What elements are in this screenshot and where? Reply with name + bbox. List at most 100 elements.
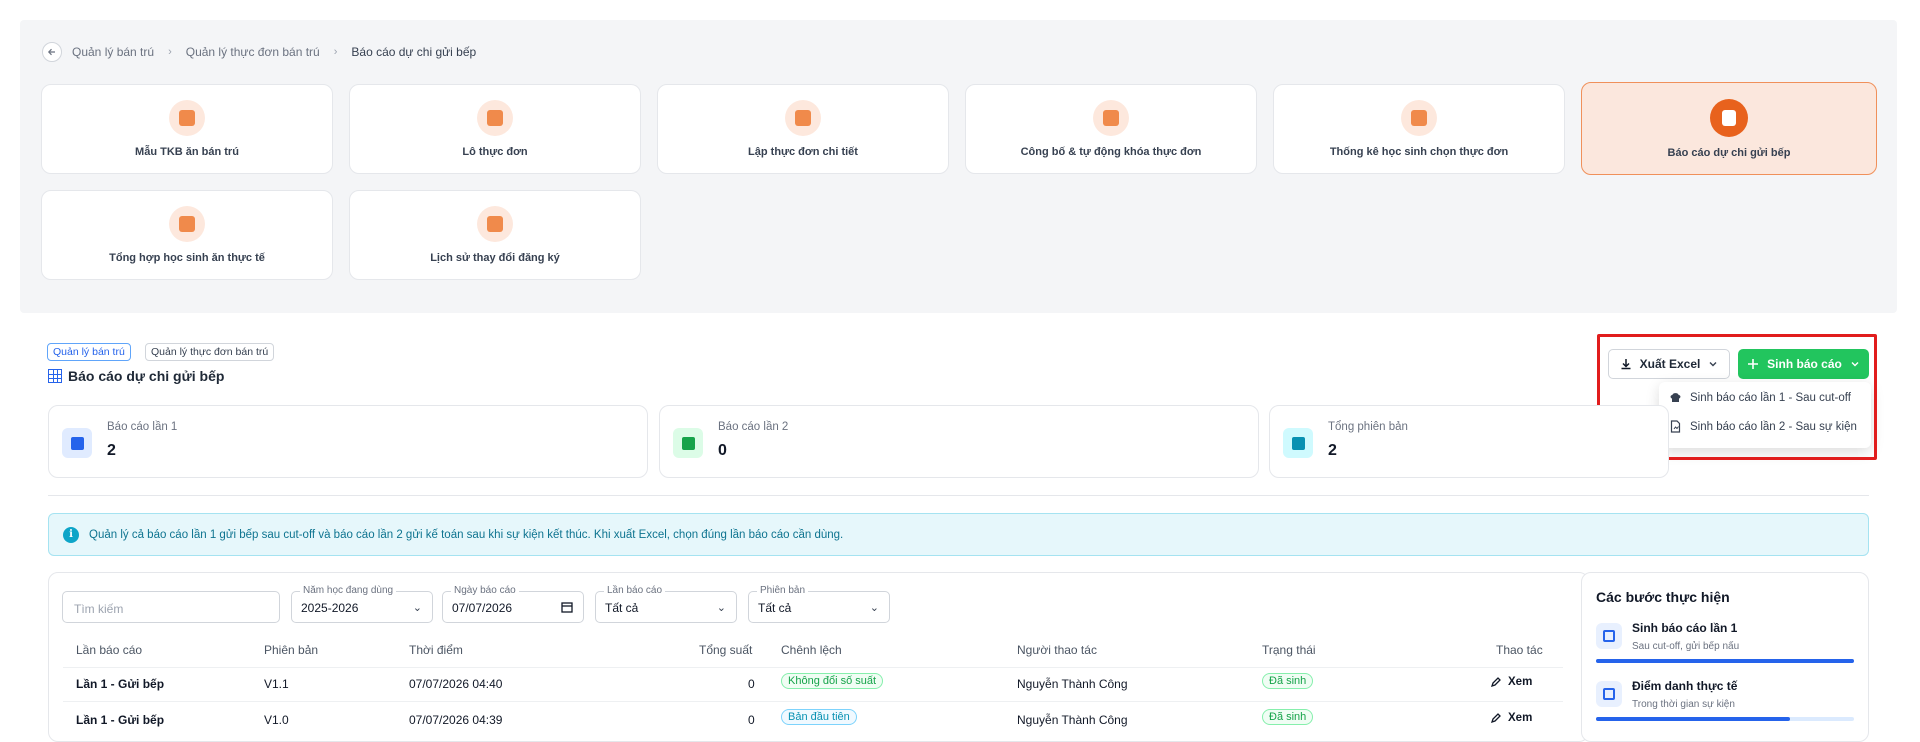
page-title: Báo cáo dự chi gửi bếp: [48, 368, 224, 384]
back-arrow-icon[interactable]: [42, 42, 62, 62]
tag-icon: [785, 100, 821, 136]
breadcrumb: Quản lý bán trú › Quản lý thực đơn bán t…: [42, 42, 476, 62]
page-title-text: Báo cáo dự chi gửi bếp: [68, 368, 225, 384]
breadcrumb-item-current: Báo cáo dự chi gửi bếp: [351, 45, 477, 59]
view-label: Xem: [1508, 676, 1533, 688]
step-title: Điểm danh thực tế: [1632, 679, 1738, 693]
breadcrumb-item-menu[interactable]: Quản lý thực đơn bán trú: [186, 45, 320, 59]
status-badge: Đã sinh: [1262, 673, 1314, 689]
module-card-actual-meals[interactable]: Tổng hợp học sinh ăn thực tế: [41, 190, 333, 280]
field-label: Lần báo cáo: [604, 585, 666, 596]
step-progress-fill: [1596, 717, 1790, 721]
module-card-change-history[interactable]: Lịch sử thay đổi đăng ký: [349, 190, 641, 280]
module-card-menu-detail[interactable]: Lập thực đơn chi tiết: [657, 84, 949, 174]
info-text: Quản lý cả báo cáo lần 1 gửi bếp sau cut…: [89, 528, 844, 541]
view-label: Xem: [1508, 712, 1533, 724]
stat-label: Báo cáo lần 2: [718, 421, 789, 433]
cell-round: Lần 1 - Gửi bếp: [76, 677, 165, 691]
stat-value: 2: [107, 442, 116, 459]
field-label: Năm học đang dùng: [300, 585, 397, 596]
view-button[interactable]: Xem: [1490, 712, 1532, 724]
report-icon: [1710, 98, 1748, 137]
module-card-label: Lịch sử thay đổi đăng ký: [430, 252, 560, 264]
calendar-icon: [169, 100, 205, 136]
cell-total: 0: [748, 677, 755, 691]
module-card-menu-batch[interactable]: Lô thực đơn: [349, 84, 641, 174]
field-value: 2025-2026: [301, 601, 359, 615]
module-card-label: Lô thực đơn: [462, 146, 528, 158]
pencil-icon: [1490, 713, 1501, 724]
row-divider: [63, 667, 1563, 668]
module-card-label: Thống kê học sinh chọn thực đơn: [1329, 146, 1509, 158]
status-badge: Đã sinh: [1262, 709, 1314, 725]
lock-icon: [1093, 100, 1129, 136]
step-progress-fill: [1596, 659, 1854, 663]
chart-icon: [1401, 100, 1437, 136]
stat-value: 0: [718, 442, 727, 459]
cell-round: Lần 1 - Gửi bếp: [76, 713, 165, 727]
column-header[interactable]: Tổng suất: [699, 643, 752, 657]
diff-badge: Bản đầu tiên: [781, 709, 857, 725]
stat-card-round-1: Báo cáo lần 1 2: [48, 405, 648, 478]
column-header[interactable]: Lần báo cáo: [76, 643, 142, 657]
calendar-icon[interactable]: [561, 601, 573, 613]
cell-total: 0: [748, 713, 755, 727]
field-value: Tất cả: [605, 601, 639, 615]
column-header[interactable]: Thao tác: [1496, 643, 1543, 657]
chef-hat-icon: [1596, 623, 1622, 649]
stat-label: Tổng phiên bản: [1328, 421, 1408, 433]
module-card-label: Công bố & tự động khóa thực đơn: [1020, 146, 1202, 158]
tag-boarding[interactable]: Quản lý bán trú: [47, 343, 131, 361]
cell-time: 07/07/2026 04:40: [409, 677, 503, 691]
report-table-card: Tìm kiếm Năm học đang dùng 2025-2026 ⌄ N…: [48, 572, 1589, 742]
module-card-kitchen-report[interactable]: Báo cáo dự chi gửi bếp: [1581, 82, 1877, 175]
step-subtitle: Sau cut-off, gửi bếp nấu: [1632, 641, 1740, 652]
steps-title: Các bước thực hiện: [1596, 589, 1730, 605]
field-value: 07/07/2026: [452, 601, 513, 615]
step-progress-bar: [1596, 659, 1854, 663]
chevron-right-icon: ›: [168, 46, 172, 58]
breadcrumb-item-boarding[interactable]: Quản lý bán trú: [72, 45, 154, 59]
view-button[interactable]: Xem: [1490, 676, 1532, 688]
column-header[interactable]: Người thao tác: [1017, 643, 1097, 657]
column-header[interactable]: Thời điểm: [409, 643, 463, 657]
table-grid-icon: [48, 369, 62, 383]
school-year-select[interactable]: Năm học đang dùng 2025-2026 ⌄: [291, 585, 433, 623]
module-card-label: Lập thực đơn chi tiết: [748, 146, 858, 158]
tag-boarding-menu[interactable]: Quản lý thực đơn bán trú: [145, 343, 275, 361]
module-card-publish-lock[interactable]: Công bố & tự động khóa thực đơn: [965, 84, 1257, 174]
diff-badge: Không đổi số suất: [781, 673, 884, 689]
version-select[interactable]: Phiên bản Tất cả ⌄: [748, 585, 890, 623]
row-divider: [63, 701, 1563, 702]
chevron-down-icon: ⌄: [716, 602, 726, 614]
stat-card-round-2: Báo cáo lần 2 0: [659, 405, 1259, 478]
cell-user: Nguyễn Thành Công: [1017, 677, 1128, 691]
report-date-input[interactable]: Ngày báo cáo 07/07/2026: [442, 585, 584, 623]
info-banner: i Quản lý cả báo cáo lần 1 gửi bếp sau c…: [48, 513, 1869, 556]
cell-version: V1.1: [264, 677, 289, 691]
history-icon: [477, 206, 513, 242]
module-panel: Quản lý bán trú › Quản lý thực đơn bán t…: [20, 20, 1897, 313]
chevron-down-icon: ⌄: [412, 602, 422, 614]
search-input[interactable]: Tìm kiếm: [62, 591, 280, 623]
stat-value: 2: [1328, 442, 1337, 459]
stat-label: Báo cáo lần 1: [107, 421, 178, 433]
column-header[interactable]: Trạng thái: [1262, 643, 1316, 657]
clipboard-check-icon: [1596, 681, 1622, 707]
cell-user: Nguyễn Thành Công: [1017, 713, 1128, 727]
step-subtitle: Trong thời gian sự kiện: [1632, 699, 1735, 710]
module-card-label: Báo cáo dự chi gửi bếp: [1667, 146, 1791, 159]
divider: [48, 495, 1869, 496]
module-card-lunch-template[interactable]: Mẫu TKB ăn bán trú: [41, 84, 333, 174]
module-card-menu-stats[interactable]: Thống kê học sinh chọn thực đơn: [1273, 84, 1565, 174]
bag-icon: [169, 206, 205, 242]
field-label: Phiên bản: [757, 585, 809, 596]
report-round-select[interactable]: Lần báo cáo Tất cả ⌄: [595, 585, 737, 623]
cell-version: V1.0: [264, 713, 289, 727]
files-icon: [1283, 428, 1313, 458]
chevron-right-icon: ›: [333, 46, 338, 58]
column-header[interactable]: Phiên bản: [264, 643, 318, 657]
steps-panel: Các bước thực hiện Sinh báo cáo lần 1 Sa…: [1581, 572, 1869, 742]
chef-hat-icon: [62, 428, 92, 458]
column-header[interactable]: Chênh lệch: [781, 643, 842, 657]
